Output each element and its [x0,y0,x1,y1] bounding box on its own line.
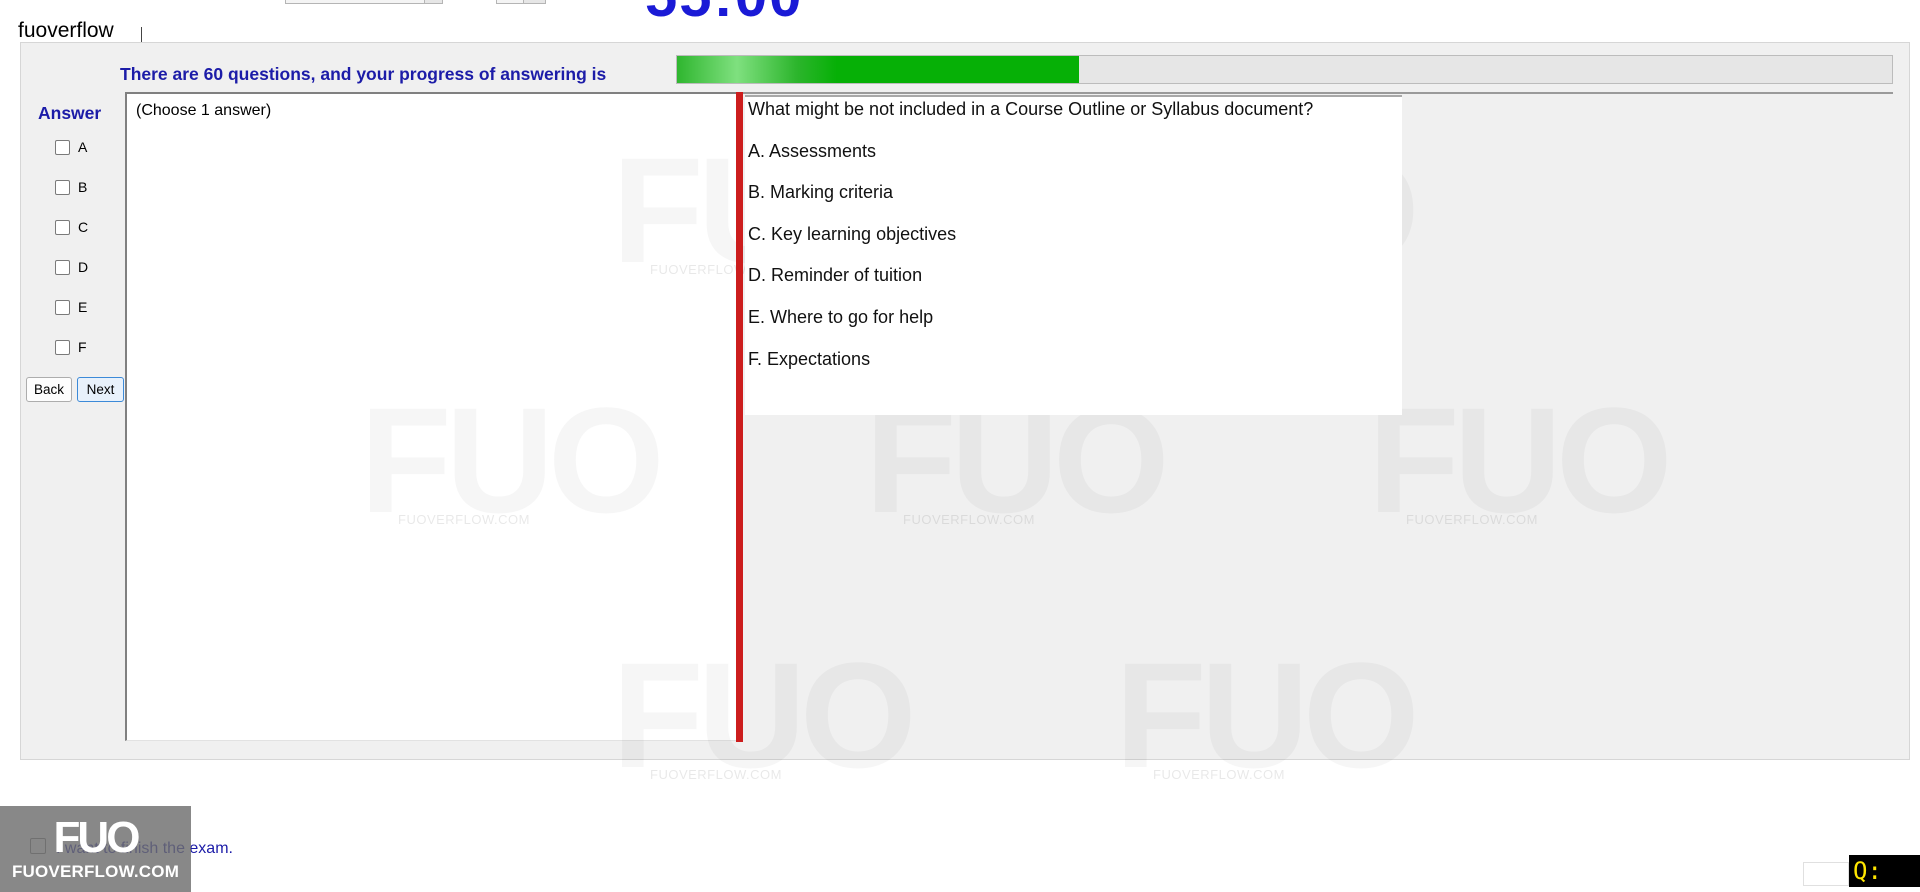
question-number-field[interactable] [1803,862,1849,886]
watermark-site: FUOVERFLOW.COM [650,767,782,782]
answer-option-label: D [78,259,89,275]
progress-bar [676,55,1893,84]
answer-option-b[interactable]: B [55,179,87,195]
watermark-site: FUOVERFLOW.COM [903,512,1035,527]
answer-checkbox[interactable] [55,259,70,275]
logo-text: FUOVERFLOW.COM [11,862,180,881]
question-choice: F. Expectations [748,349,871,369]
answer-option-e[interactable]: E [55,299,87,315]
countdown-timer: 55:00 [645,0,803,26]
watermark-site: FUOVERFLOW.COM [398,512,530,527]
top-small-dropdown[interactable] [496,0,546,4]
choose-instruction: (Choose 1 answer) [136,102,272,119]
next-button[interactable]: Next [77,377,124,402]
answer-option-label: F [78,339,87,355]
question-choice: B. Marking criteria [748,182,894,202]
answer-option-d[interactable]: D [55,259,88,275]
fuoverflow-logo: FUO FUOVERFLOW.COM [0,806,191,892]
watermark-site: FUOVERFLOW.COM [1153,767,1285,782]
chevron-down-icon [523,0,545,3]
progress-bar-fill [677,56,1080,83]
progress-text: There are 60 questions, and your progres… [120,64,607,84]
logo-mark: FUO [53,813,141,862]
question-counter: Q: 50 [1849,855,1920,892]
answer-option-f[interactable]: F [55,339,87,355]
answer-option-label: B [78,179,88,195]
top-dropdown[interactable] [285,0,443,4]
question-choice: A. Assessments [748,141,877,161]
brand-label: fuoverflow [18,19,114,42]
answer-checkbox[interactable] [55,339,70,355]
watermark-site: FUOVERFLOW.COM [1406,512,1538,527]
answer-label: Answer [38,103,102,123]
pane-splitter[interactable] [736,92,743,742]
answer-checkbox[interactable] [55,299,70,315]
answer-checkbox[interactable] [55,179,70,195]
answer-checkbox[interactable] [55,139,70,155]
chevron-down-icon [424,0,442,3]
question-choice: C. Key learning objectives [748,224,957,244]
answer-option-c[interactable]: C [55,219,88,235]
answer-checkbox[interactable] [55,219,70,235]
back-button[interactable]: Back [26,377,72,402]
answer-option-label: A [78,139,88,155]
answer-option-label: C [78,219,89,235]
question-choice: D. Reminder of tuition [748,265,923,285]
answer-option-a[interactable]: A [55,139,87,155]
question-text: What might be not included in a Course O… [748,99,1314,119]
question-choice: E. Where to go for help [748,307,934,327]
answer-option-label: E [78,299,88,315]
